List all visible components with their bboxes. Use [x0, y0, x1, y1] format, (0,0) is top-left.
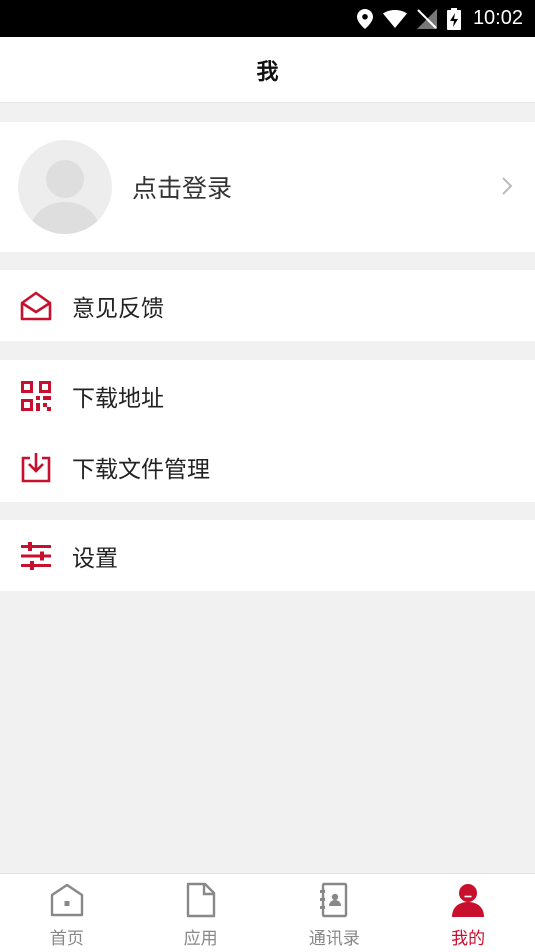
wifi-icon [382, 9, 407, 28]
login-label: 点击登录 [132, 174, 233, 203]
contacts-icon [314, 880, 354, 920]
home-icon [47, 880, 87, 920]
bottom-tab-bar: 首页 应用 通讯录 我的 [0, 873, 535, 952]
profile-login-row[interactable]: 点击登录 [0, 122, 535, 252]
menu-item-label: 设置 [72, 545, 118, 572]
settings-sliders-icon [19, 539, 53, 573]
user-icon [448, 880, 488, 920]
menu-item-download-manager[interactable]: 下载文件管理 [0, 431, 535, 502]
tab-me[interactable]: 我的 [401, 874, 535, 952]
location-icon [356, 8, 373, 29]
tab-label: 应用 [183, 929, 218, 949]
battery-charging-icon [446, 7, 461, 30]
chevron-right-icon [501, 176, 513, 200]
tab-apps[interactable]: 应用 [134, 874, 268, 952]
tab-contacts[interactable]: 通讯录 [268, 874, 402, 952]
download-icon [19, 450, 53, 484]
avatar [18, 140, 112, 234]
tab-label: 通讯录 [308, 929, 360, 949]
mail-open-icon [19, 289, 53, 323]
header: 我 [0, 37, 535, 103]
tab-home[interactable]: 首页 [0, 874, 134, 952]
tab-label: 我的 [451, 929, 486, 949]
clock: 10:02 [472, 7, 523, 29]
menu-item-download-address[interactable]: 下载地址 [0, 360, 535, 431]
document-icon [181, 880, 221, 920]
menu-item-label: 下载地址 [72, 385, 164, 412]
tab-label: 首页 [49, 929, 84, 949]
menu-item-settings[interactable]: 设置 [0, 520, 535, 591]
page-title: 我 [256, 59, 279, 85]
menu-item-label: 下载文件管理 [72, 456, 210, 483]
no-signal-icon [416, 8, 437, 29]
menu-item-feedback[interactable]: 意见反馈 [0, 270, 535, 341]
status-bar: 10:02 [0, 0, 535, 37]
menu-item-label: 意见反馈 [72, 295, 164, 322]
qr-code-icon [19, 379, 53, 413]
default-avatar-icon [30, 160, 100, 234]
